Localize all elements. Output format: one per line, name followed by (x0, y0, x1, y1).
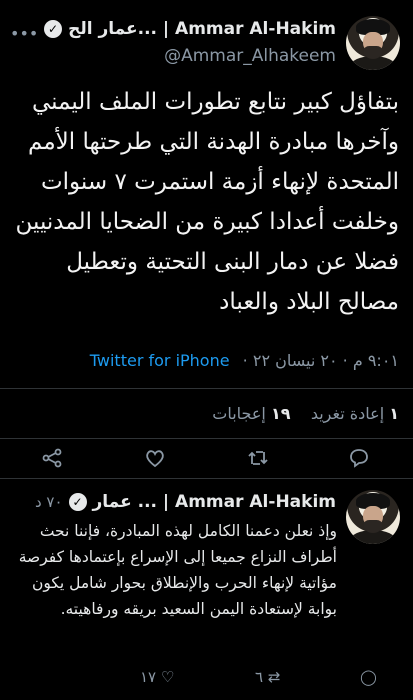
divider (0, 388, 413, 389)
reply-icon: ◯ (360, 668, 377, 686)
retweets-label: إعادة تغريد (310, 404, 385, 423)
retweets-stat[interactable]: ١ إعادة تغريد (311, 404, 399, 423)
author-handle[interactable]: @Ammar_Alhakeem (164, 46, 336, 66)
tweet-meta: ٩:٠١ م · ٢٠ نيسان ٢٢ · Twitter for iPhon… (90, 351, 399, 370)
reply-author-row[interactable]: ٧٠ د ✓ عمار ... | Ammar Al-Hakim (31, 492, 336, 512)
likes-stat[interactable]: ١٩ إعجابات (212, 404, 290, 423)
reply-avatar[interactable] (346, 490, 400, 544)
more-options-icon[interactable]: ••• (10, 24, 38, 43)
like-icon: ♡ (160, 668, 175, 686)
reply-retweet-action[interactable]: ٦ ⇄ (255, 668, 280, 686)
retweet-icon[interactable] (246, 446, 270, 470)
likes-count: ١٩ (270, 404, 291, 423)
verified-badge-icon: ✓ (44, 20, 63, 38)
tweet-source-link[interactable]: Twitter for iPhone (90, 351, 230, 370)
reply-reply-action[interactable]: ◯ (360, 668, 377, 686)
tweet-timestamp[interactable]: ٩:٠١ م · ٢٠ نيسان ٢٢ · (243, 351, 399, 370)
divider (0, 438, 413, 439)
reply-text: وإذ نعلن دعمنا الكامل لهذه المبادرة، فإن… (18, 522, 337, 618)
verified-badge-icon: ✓ (68, 493, 87, 511)
likes-label: إعجابات (212, 404, 266, 423)
tweet-text: بتفاؤل كبير نتابع تطورات الملف اليمني وآ… (15, 89, 400, 315)
retweet-icon: ⇄ (267, 668, 281, 686)
author-name-row[interactable]: ✓ عمار الح... | Ammar Al-Hakim (44, 19, 336, 39)
reply-retweets-count: ٦ (255, 668, 264, 686)
like-icon[interactable] (143, 446, 167, 470)
share-icon[interactable] (40, 446, 64, 470)
tweet-stats: ١ إعادة تغريد ١٩ إعجابات (212, 404, 399, 423)
reply-likes-count: ١٧ (140, 668, 157, 686)
avatar[interactable] (346, 16, 400, 70)
reply-icon[interactable] (347, 446, 371, 470)
retweets-count: ١ (389, 404, 399, 423)
reply-like-action[interactable]: ١٧ ♡ (140, 668, 174, 686)
reply-display-name: عمار ... | Ammar Al-Hakim (92, 492, 336, 512)
author-display-name: عمار الح... | Ammar Al-Hakim (68, 19, 336, 39)
reply-time[interactable]: ٧٠ د (35, 493, 63, 511)
divider (0, 478, 413, 479)
